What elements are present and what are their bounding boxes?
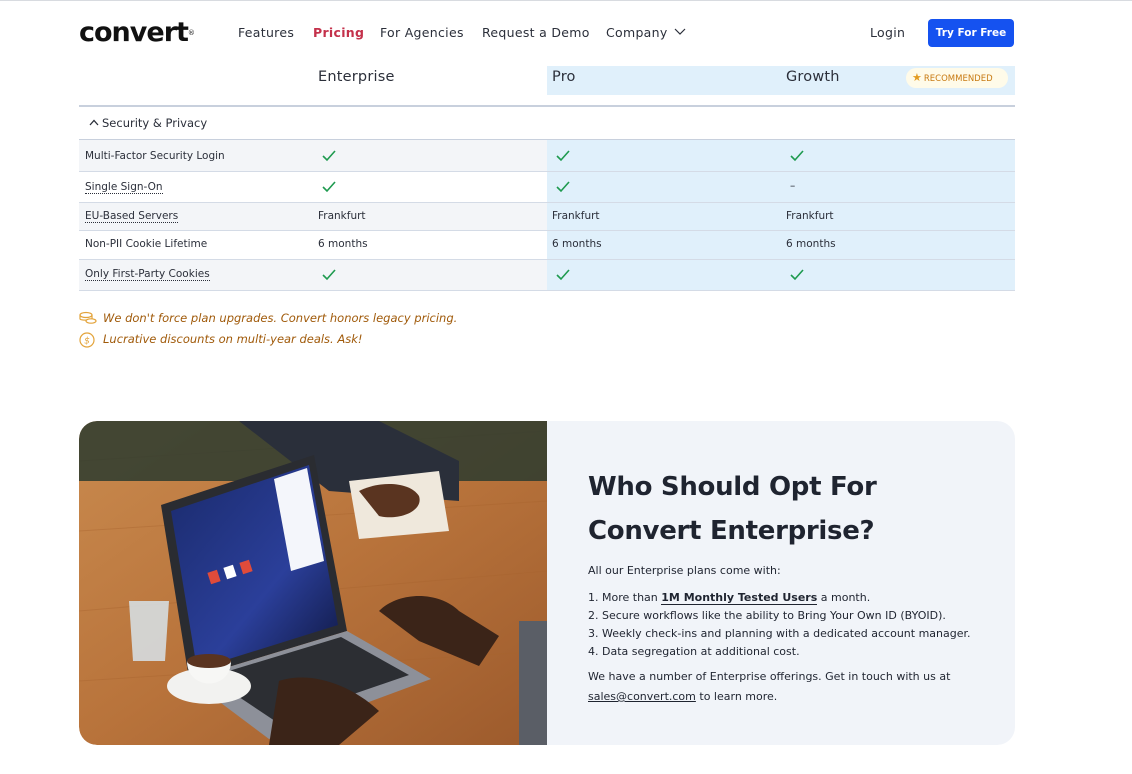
- check-icon: [556, 150, 570, 162]
- check-icon: [322, 150, 336, 162]
- row-label[interactable]: EU-Based Servers: [85, 210, 179, 223]
- enterprise-card: Who Should Opt For Convert Enterprise? A…: [79, 421, 1015, 745]
- dollar-coin-icon: $: [79, 332, 95, 348]
- monthly-tested-users-link[interactable]: 1M Monthly Tested Users: [661, 591, 818, 605]
- try-for-free-button[interactable]: Try For Free: [928, 19, 1014, 47]
- enterprise-card-title: Who Should Opt For Convert Enterprise?: [588, 472, 877, 546]
- svg-text:$: $: [84, 337, 90, 347]
- chevron-up-icon: [89, 119, 99, 126]
- sales-email-link[interactable]: sales@convert.com: [588, 690, 696, 703]
- check-icon: [322, 181, 336, 193]
- coins-icon: [79, 311, 97, 324]
- section-security-privacy[interactable]: Security & Privacy: [79, 107, 1015, 140]
- note-text: We don't force plan upgrades. Convert ho…: [103, 311, 458, 325]
- top-navigation: convert® Features Pricing For Agencies R…: [0, 0, 1132, 66]
- table-row: Non-PII Cookie Lifetime 6 months 6 month…: [79, 231, 1015, 260]
- convert-logo[interactable]: convert®: [79, 18, 195, 48]
- recommended-badge: ★ RECOMMENDED: [906, 68, 1008, 88]
- cell-value: 6 months: [552, 238, 602, 250]
- cell-value: 6 months: [318, 238, 368, 250]
- table-row: Multi-Factor Security Login: [79, 140, 1015, 172]
- row-label: Multi-Factor Security Login: [85, 150, 225, 162]
- enterprise-benefits-list: 1. More than 1M Monthly Tested Users a m…: [588, 589, 971, 661]
- list-item: 2. Secure workflows like the ability to …: [588, 609, 946, 622]
- nav-link-company-label: Company: [606, 25, 668, 40]
- nav-link-request-demo[interactable]: Request a Demo: [482, 25, 590, 40]
- check-icon: [322, 269, 336, 281]
- enterprise-card-footer: We have a number of Enterprise offerings…: [588, 670, 951, 703]
- cell-value: Frankfurt: [552, 210, 600, 222]
- discount-note: $ Lucrative discounts on multi-year deal…: [79, 332, 499, 348]
- table-row: EU-Based Servers Frankfurt Frankfurt Fra…: [79, 203, 1015, 231]
- table-row: Only First-Party Cookies: [79, 260, 1015, 291]
- cell-value: 6 months: [786, 238, 836, 250]
- laptop-illustration: [79, 421, 547, 745]
- check-icon: [556, 269, 570, 281]
- note-text: Lucrative discounts on multi-year deals.…: [103, 332, 363, 346]
- plan-pro-header: Pro: [552, 69, 576, 85]
- table-row: Single Sign-On –: [79, 172, 1015, 203]
- login-link[interactable]: Login: [870, 25, 905, 40]
- nav-link-for-agencies[interactable]: For Agencies: [380, 25, 464, 40]
- row-label: Non-PII Cookie Lifetime: [85, 238, 208, 250]
- check-icon: [790, 269, 804, 281]
- plan-enterprise-header: Enterprise: [318, 69, 395, 85]
- cell-value: Frankfurt: [786, 210, 834, 222]
- row-label[interactable]: Only First-Party Cookies: [85, 268, 210, 281]
- check-icon: [790, 150, 804, 162]
- row-label[interactable]: Single Sign-On: [85, 181, 163, 194]
- nav-link-pricing[interactable]: Pricing: [313, 25, 364, 40]
- list-item: 3. Weekly check-ins and planning with a …: [588, 627, 971, 640]
- nav-link-features[interactable]: Features: [238, 25, 294, 40]
- check-icon: [556, 181, 570, 193]
- enterprise-card-intro: All our Enterprise plans come with:: [588, 564, 781, 577]
- list-item: 4. Data segregation at additional cost.: [588, 645, 800, 658]
- dash-value: –: [790, 180, 796, 192]
- section-title: Security & Privacy: [102, 116, 208, 130]
- legacy-pricing-note: We don't force plan upgrades. Convert ho…: [79, 311, 499, 327]
- chevron-down-icon: [674, 28, 686, 35]
- plan-growth-header: Growth: [786, 69, 840, 85]
- list-item: 1. More than 1M Monthly Tested Users a m…: [588, 591, 871, 605]
- cell-value: Frankfurt: [318, 210, 366, 222]
- laptop-photo: [79, 421, 547, 745]
- nav-link-company[interactable]: Company: [606, 25, 686, 40]
- star-icon: ★: [912, 71, 922, 84]
- recommended-label: RECOMMENDED: [923, 74, 993, 84]
